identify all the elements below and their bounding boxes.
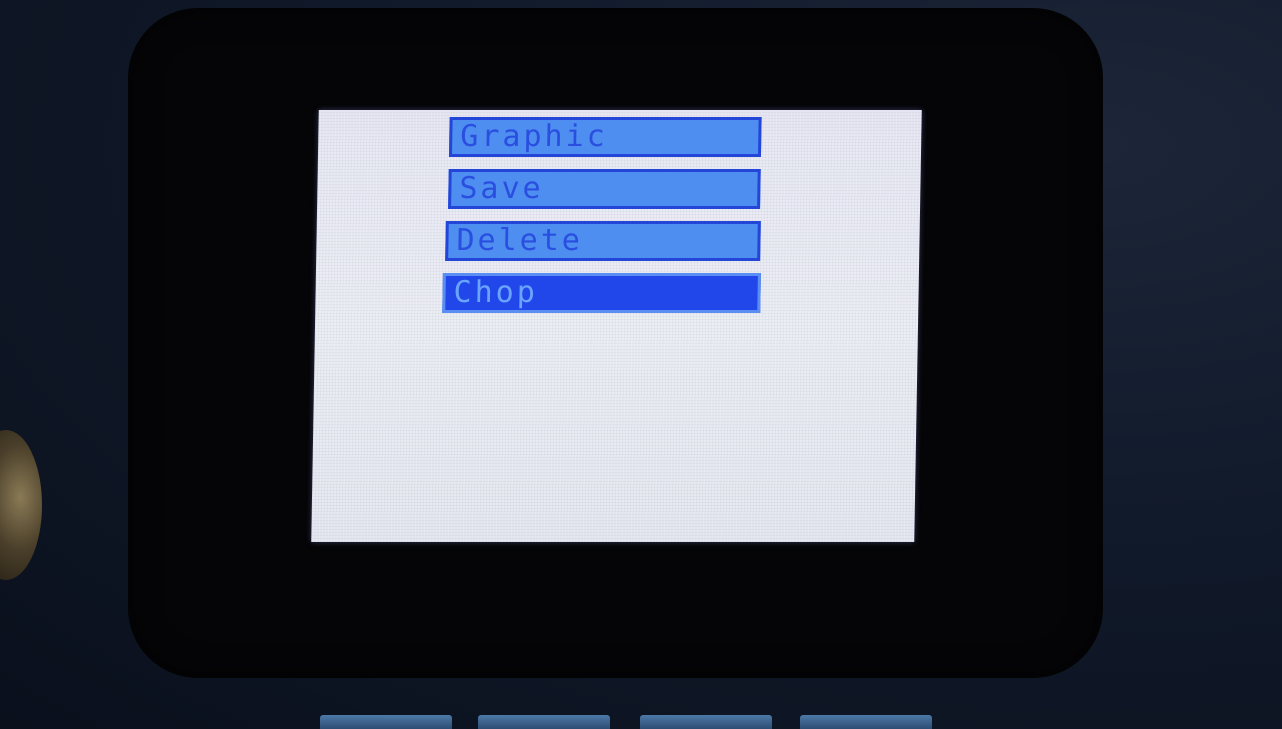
menu-item-delete[interactable]: Delete xyxy=(445,221,761,261)
rotary-knob[interactable] xyxy=(0,430,42,580)
soft-button-3[interactable] xyxy=(640,715,772,729)
lcd-screen: Graphic Save Delete Chop xyxy=(311,110,922,542)
menu-item-chop[interactable]: Chop xyxy=(442,273,761,313)
soft-button-4[interactable] xyxy=(800,715,932,729)
menu-item-graphic[interactable]: Graphic xyxy=(448,117,762,157)
device-photo: Graphic Save Delete Chop xyxy=(0,0,1282,729)
soft-button-2[interactable] xyxy=(478,715,610,729)
soft-button-1[interactable] xyxy=(320,715,452,729)
menu-item-save[interactable]: Save xyxy=(448,169,761,209)
